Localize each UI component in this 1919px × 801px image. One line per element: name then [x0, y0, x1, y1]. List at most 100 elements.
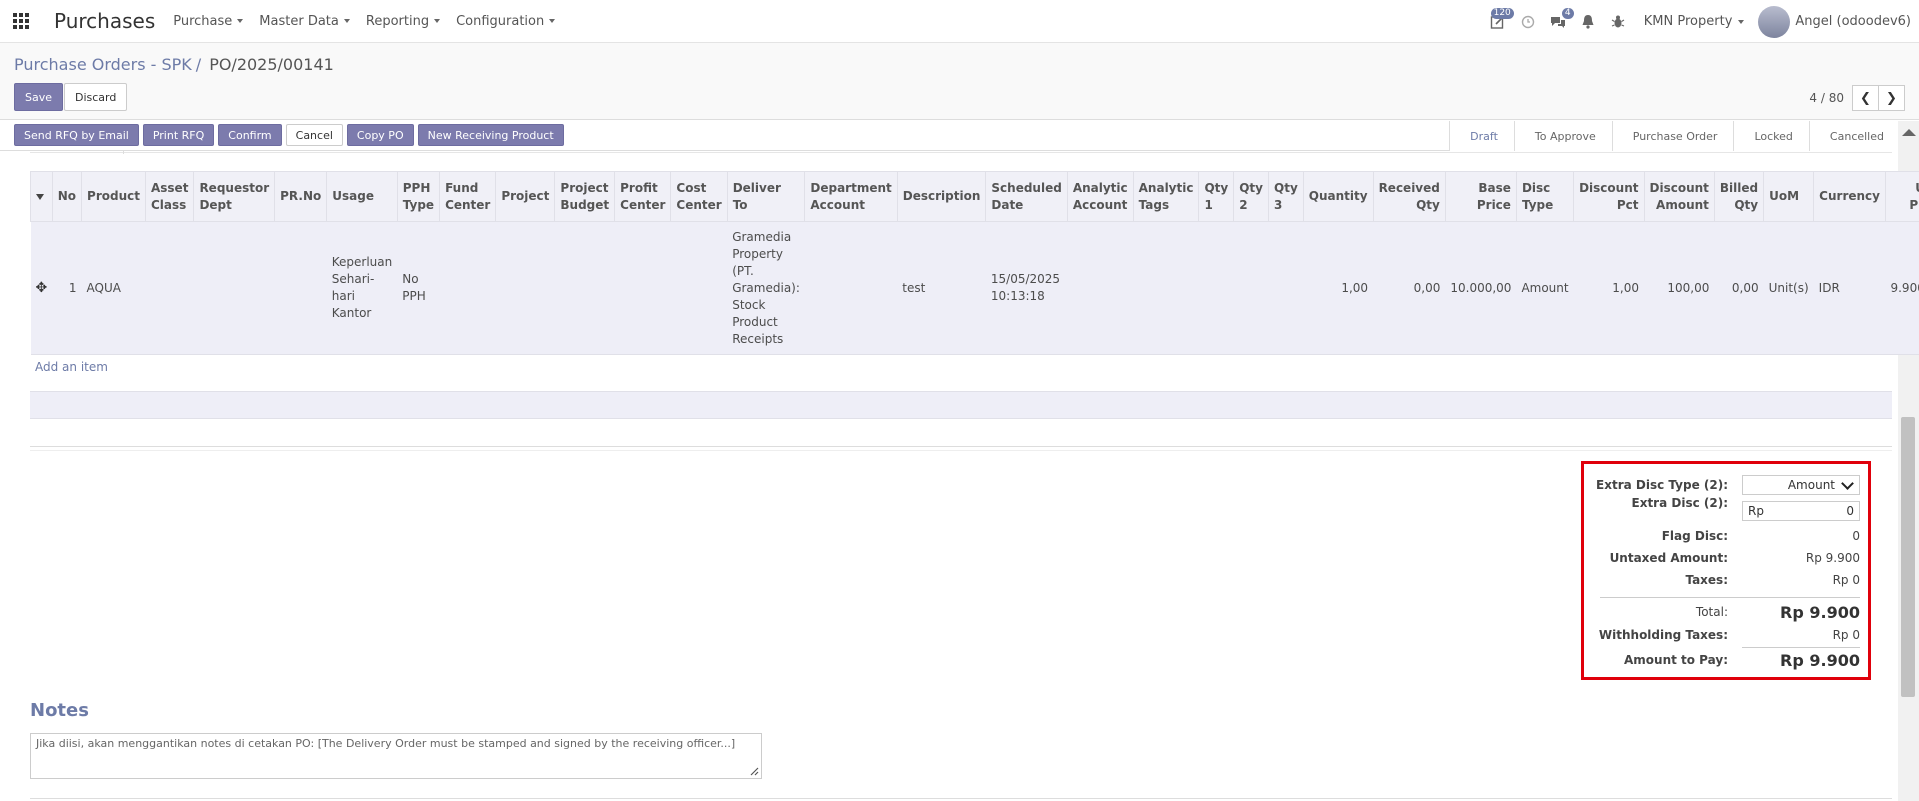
cell-profit-center[interactable]: [614, 221, 671, 355]
cell-usage[interactable]: Keperluan Sehari-hari Kantor: [326, 221, 398, 355]
copy-po-button[interactable]: Copy PO: [346, 124, 414, 146]
cell-discount-pct[interactable]: 1,00: [1573, 221, 1644, 355]
cell-disc-type[interactable]: Amount: [1516, 221, 1574, 355]
cell-discount-amount[interactable]: 100,00: [1644, 221, 1715, 355]
cancel-button[interactable]: Cancel: [285, 124, 343, 146]
status-step-to-approve[interactable]: To Approve: [1513, 121, 1612, 151]
move-handle-icon[interactable]: ✥: [36, 280, 48, 296]
column-header[interactable]: No: [51, 171, 83, 222]
column-header[interactable]: Currency: [1813, 171, 1886, 222]
column-header[interactable]: Discount Pct: [1573, 171, 1645, 222]
column-header[interactable]: Department Account: [804, 171, 898, 222]
cell-qty3[interactable]: [1268, 221, 1304, 355]
print-rfq-button[interactable]: Print RFQ: [142, 124, 215, 146]
column-header[interactable]: Analytic Tags: [1132, 171, 1200, 222]
column-header[interactable]: PR.No: [274, 171, 328, 222]
notebook-tab: [44, 151, 124, 154]
column-header[interactable]: Scheduled Date: [985, 171, 1068, 222]
column-header[interactable]: Project: [495, 171, 556, 222]
menu-reporting[interactable]: Reporting: [366, 14, 441, 29]
column-header[interactable]: Disc Type: [1515, 171, 1575, 222]
cell-scheduled-date[interactable]: 15/05/2025 10:13:18: [985, 221, 1068, 355]
column-header[interactable]: Discount Amount: [1643, 171, 1715, 222]
pager-previous-button[interactable]: ❮: [1852, 85, 1879, 111]
extra-disc-input[interactable]: Rp 0: [1742, 501, 1860, 521]
cell-currency[interactable]: IDR: [1813, 221, 1886, 355]
bell-icon[interactable]: [1576, 10, 1600, 34]
status-step-locked[interactable]: Locked: [1733, 121, 1809, 151]
cell-analytic-account[interactable]: [1067, 221, 1134, 355]
column-header[interactable]: Received Qty: [1372, 171, 1446, 222]
cell-description[interactable]: test: [897, 221, 986, 355]
cell-qty1[interactable]: [1198, 221, 1234, 355]
apps-menu-icon[interactable]: [0, 0, 42, 43]
resize-handle-icon[interactable]: [749, 766, 759, 776]
column-header[interactable]: Asset Class: [144, 171, 195, 222]
cell-qty2[interactable]: [1233, 221, 1269, 355]
sort-toggle-header[interactable]: [30, 171, 53, 222]
send-rfq-email-button[interactable]: Send RFQ by Email: [14, 124, 139, 146]
clock-icon[interactable]: [1516, 10, 1540, 34]
cell-deliver-to[interactable]: Gramedia Property (PT. Gramedia): Stock …: [727, 221, 805, 355]
messages-icon[interactable]: 4: [1546, 7, 1574, 34]
column-header[interactable]: Project Budget: [554, 171, 616, 222]
cell-pph-type[interactable]: No PPH: [397, 221, 440, 355]
status-step-draft[interactable]: Draft: [1449, 121, 1514, 151]
bug-icon[interactable]: [1606, 10, 1630, 34]
cell-requestor-dept[interactable]: [193, 221, 275, 355]
column-header[interactable]: Deliver To: [726, 171, 806, 222]
column-header[interactable]: Analytic Account: [1066, 171, 1134, 222]
save-button[interactable]: Save: [14, 83, 64, 111]
status-step-purchase-order[interactable]: Purchase Order: [1611, 121, 1734, 151]
new-receiving-product-button[interactable]: New Receiving Product: [417, 124, 564, 146]
cell-cost-center[interactable]: [670, 221, 728, 355]
drag-handle[interactable]: ✥: [30, 221, 53, 355]
column-header[interactable]: Requestor Dept: [193, 171, 276, 222]
column-header[interactable]: Billed Qty: [1713, 171, 1765, 222]
discard-button[interactable]: Discard: [64, 83, 128, 111]
column-header[interactable]: Unit Price: [1884, 171, 1919, 222]
column-header[interactable]: Usage: [326, 171, 398, 222]
cell-uom[interactable]: Unit(s): [1763, 221, 1814, 355]
column-header[interactable]: Qty 1: [1198, 171, 1235, 222]
column-header[interactable]: Qty 3: [1268, 171, 1304, 222]
breadcrumb-parent-link[interactable]: Purchase Orders - SPK: [14, 55, 192, 74]
table-row[interactable]: ✥ 1 AQUA Keperluan Sehari-hari Kantor No…: [30, 221, 1919, 355]
column-header[interactable]: UoM: [1763, 171, 1815, 222]
activity-edit-icon[interactable]: 120: [1486, 7, 1514, 34]
column-header[interactable]: Product: [81, 171, 146, 222]
confirm-button[interactable]: Confirm: [218, 124, 282, 146]
column-header[interactable]: Cost Center: [670, 171, 728, 222]
status-step-cancelled[interactable]: Cancelled: [1808, 121, 1900, 151]
avatar[interactable]: [1758, 5, 1791, 38]
user-menu[interactable]: Angel (odoodev6): [1795, 14, 1911, 29]
cell-fund-center[interactable]: [439, 221, 496, 355]
extra-disc-type-select[interactable]: Amount: [1742, 475, 1860, 495]
cell-department-account[interactable]: [804, 221, 898, 355]
column-header[interactable]: Profit Center: [614, 171, 672, 222]
company-switcher[interactable]: KMN Property: [1644, 14, 1745, 29]
scrollbar-thumb[interactable]: [1901, 417, 1915, 697]
scroll-up-arrow-icon[interactable]: [1902, 129, 1916, 136]
column-header[interactable]: Fund Center: [439, 171, 497, 222]
column-header[interactable]: Description: [896, 171, 987, 222]
cell-project[interactable]: [495, 221, 555, 355]
add-item-link[interactable]: Add an item: [35, 360, 108, 374]
cell-quantity[interactable]: 1,00: [1303, 221, 1374, 355]
notes-textarea[interactable]: Jika diisi, akan menggantikan notes di c…: [30, 733, 762, 779]
column-header[interactable]: Qty 2: [1233, 171, 1269, 222]
menu-purchase[interactable]: Purchase: [173, 14, 244, 29]
menu-master-data[interactable]: Master Data: [259, 14, 350, 29]
pager-next-button[interactable]: ❯: [1878, 85, 1905, 111]
column-header[interactable]: Quantity: [1302, 171, 1374, 222]
cell-pr-no[interactable]: [274, 221, 327, 355]
cell-project-budget[interactable]: [554, 221, 615, 355]
menu-configuration[interactable]: Configuration: [456, 14, 556, 29]
cell-asset-class[interactable]: [145, 221, 194, 355]
cell-unit-price[interactable]: 9.900,00: [1885, 221, 1919, 355]
column-header[interactable]: PPH Type: [396, 171, 441, 222]
cell-base-price[interactable]: 10.000,00: [1445, 221, 1517, 355]
cell-analytic-tags[interactable]: [1133, 221, 1199, 355]
cell-product[interactable]: AQUA: [81, 221, 146, 355]
column-header[interactable]: Base Price: [1444, 171, 1517, 222]
